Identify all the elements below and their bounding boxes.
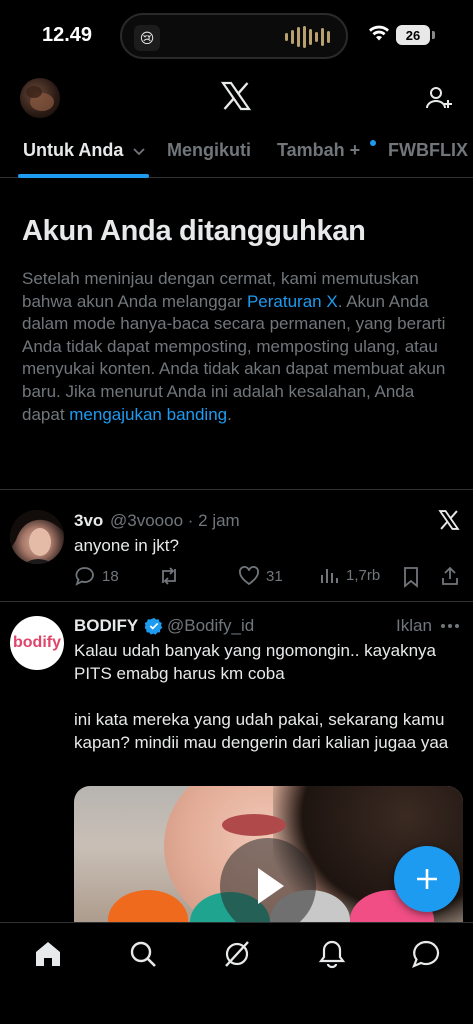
post-text: ini kata mereka yang udah pakai, sekaran… <box>74 710 449 752</box>
live-activity-emoji: 😢 <box>134 25 160 51</box>
grok-icon[interactable] <box>222 939 252 969</box>
search-icon[interactable] <box>128 939 158 969</box>
divider <box>0 601 473 602</box>
handle-text: @3voooo <box>110 511 184 530</box>
more-options-icon[interactable] <box>440 623 460 629</box>
author-handle: @3voooo · 2 jam <box>110 511 240 531</box>
avatar-image-icon <box>10 510 64 564</box>
add-user-icon[interactable] <box>424 84 454 114</box>
verified-badge-icon <box>145 617 163 635</box>
divider <box>0 489 473 490</box>
post-actions: 18 31 1,7rb <box>74 565 464 591</box>
video-thumbnail-lips <box>222 814 286 836</box>
wifi-icon <box>369 25 389 41</box>
battery-tip <box>432 31 435 39</box>
reply-icon <box>75 567 94 586</box>
chevron-down-icon <box>133 148 145 156</box>
notice-title: Akun Anda ditangguhkan <box>22 215 366 247</box>
messages-icon[interactable] <box>411 939 441 969</box>
bodify-logo-text: bodify <box>13 634 61 651</box>
avatar[interactable]: bodify <box>10 616 64 670</box>
like-count: 31 <box>266 567 283 585</box>
tab-fwbflix[interactable]: FWBFLIX S <box>388 140 473 161</box>
share-icon[interactable] <box>440 565 460 587</box>
new-indicator-dot <box>370 140 376 146</box>
compose-button[interactable] <box>394 846 460 912</box>
ad-badge: Iklan <box>396 616 432 635</box>
active-tab-indicator <box>18 174 149 178</box>
author-name[interactable]: 3vo <box>74 511 103 531</box>
x-logo-icon <box>438 510 460 530</box>
like-button[interactable]: 31 <box>238 565 283 587</box>
audio-wave-icon <box>285 26 330 48</box>
tab-mengikuti[interactable]: Mengikuti <box>167 140 251 161</box>
suspension-notice: Akun Anda ditangguhkan Setelah meninjau … <box>22 215 452 426</box>
reply-button[interactable]: 18 <box>74 565 119 587</box>
dynamic-island: 😢 <box>120 13 348 59</box>
views-count: 1,7rb <box>346 566 381 584</box>
timeline-tabs: Untuk Anda Mengikuti Tambah + FWBFLIX S <box>0 130 473 178</box>
notice-body: Setelah meninjau dengan cermat, kami mem… <box>22 268 452 426</box>
post-time: · 2 jam <box>187 511 240 530</box>
bottom-navigation <box>0 922 473 1024</box>
tab-label: Untuk Anda <box>23 140 124 160</box>
appeal-link[interactable]: mengajukan banding <box>69 405 227 424</box>
reply-count: 18 <box>102 567 119 585</box>
notice-text: . <box>227 404 232 424</box>
status-time: 12.49 <box>42 24 93 46</box>
plus-icon <box>417 869 437 889</box>
battery-indicator: 26 <box>396 25 430 45</box>
heart-icon <box>239 566 259 586</box>
notifications-icon[interactable] <box>317 939 347 969</box>
author-handle: @Bodify_id <box>167 616 255 635</box>
play-icon <box>258 868 284 904</box>
tab-tambah[interactable]: Tambah + <box>277 140 360 161</box>
tab-untuk-anda[interactable]: Untuk Anda <box>23 140 146 161</box>
retweet-icon <box>162 567 176 585</box>
retweet-button[interactable] <box>158 565 180 587</box>
home-icon[interactable] <box>33 939 63 969</box>
avatar-image-icon <box>26 86 54 111</box>
x-logo-icon[interactable] <box>220 80 252 112</box>
views-button[interactable]: 1,7rb <box>320 565 380 585</box>
author-name[interactable]: BODIFY <box>74 616 138 636</box>
post-text: anyone in jkt? <box>74 536 179 555</box>
post-text: Kalau udah banyak yang ngomongin.. kayak… <box>74 641 436 683</box>
profile-avatar[interactable] <box>20 78 60 118</box>
status-bar: 12.49 😢 26 <box>0 0 473 72</box>
rules-link[interactable]: Peraturan X <box>247 292 338 311</box>
avatar[interactable] <box>10 510 64 564</box>
bookmark-icon[interactable] <box>401 566 421 588</box>
play-button[interactable] <box>220 838 316 934</box>
views-icon <box>321 569 338 583</box>
